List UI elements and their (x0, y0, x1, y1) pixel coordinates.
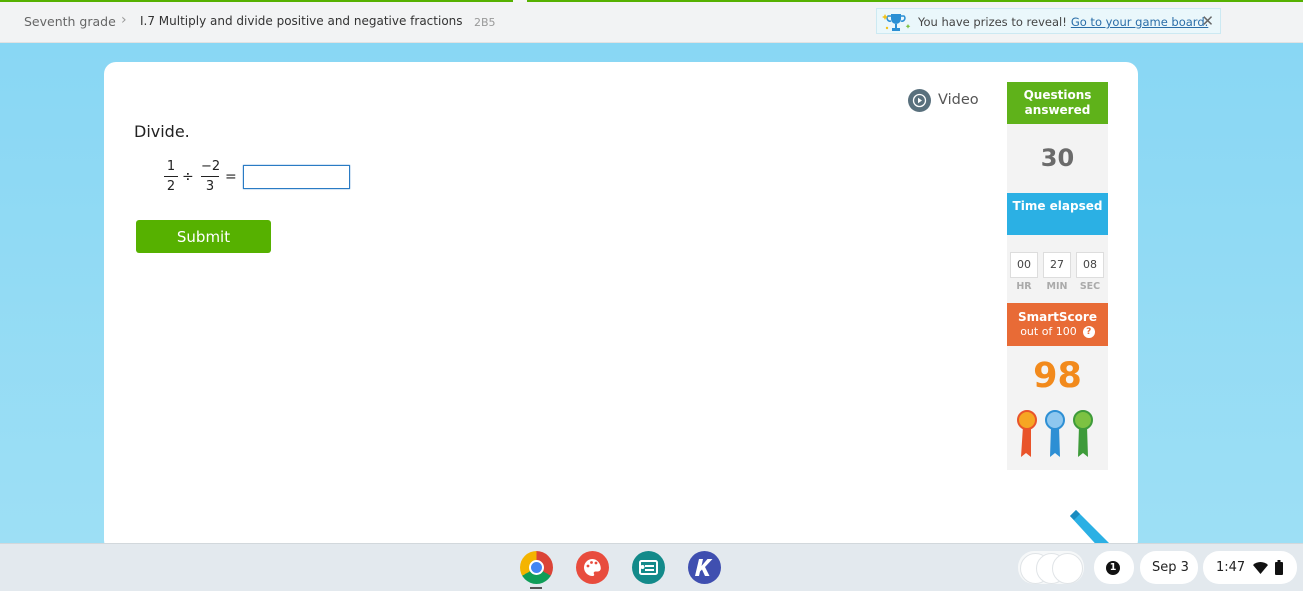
wifi-icon (1253, 562, 1268, 574)
fraction-1-numerator: 1 (166, 159, 176, 174)
smartscore-label: SmartScore (1018, 310, 1097, 324)
question-prompt: Divide. (134, 122, 190, 141)
timer-seconds: 08 (1076, 252, 1104, 278)
timer-seconds-label: SEC (1079, 281, 1101, 292)
close-icon[interactable]: ✕ (1201, 12, 1214, 30)
timer-hours: 00 (1010, 252, 1038, 278)
time-elapsed-header: Time elapsed (1007, 193, 1108, 235)
practice-panel: Video Divide. 1 2 ÷ −2 3 = Submit Questi… (104, 62, 1138, 552)
timer-minutes-label: MIN (1046, 281, 1068, 292)
date-label: Sep 3 (1152, 560, 1189, 575)
fraction-2-denominator: 3 (205, 179, 215, 194)
notification-count: 1 (1106, 561, 1120, 575)
breadcrumb: Seventh grade › I.7 Multiply and divide … (0, 2, 1303, 43)
equals-sign: = (225, 169, 237, 185)
smartscore-header: SmartScore out of 100? (1007, 303, 1108, 346)
time-elapsed-timer: 00 27 08 HR MIN SEC (1007, 235, 1108, 303)
fraction-1: 1 2 (164, 159, 178, 194)
chrome-icon[interactable] (520, 551, 553, 584)
paint-palette-icon[interactable] (576, 551, 609, 584)
fraction-bar (201, 176, 219, 177)
os-shelf: 1 Sep 3 1:47 (0, 543, 1303, 591)
breadcrumb-skill: I.7 Multiply and divide positive and neg… (140, 14, 463, 28)
smartscore-sub: out of 100? (1007, 325, 1108, 338)
questions-answered-header: Questions answered (1007, 82, 1108, 124)
answer-input[interactable] (243, 165, 350, 189)
active-app-indicator (530, 587, 542, 589)
timer-minutes: 27 (1043, 252, 1071, 278)
questions-answered-value: 30 (1007, 124, 1108, 193)
medal-ribbons-icon (1017, 410, 1093, 457)
video-label: Video (938, 92, 979, 108)
fraction-2-numerator: −2 (201, 159, 221, 174)
chevron-right-icon: › (121, 12, 127, 28)
game-board-link[interactable]: Go to your game board. (1071, 15, 1208, 29)
tray-avatars[interactable] (1018, 551, 1084, 584)
smartscore-out-of: out of 100 (1020, 325, 1077, 338)
skill-code: 2B5 (474, 16, 496, 29)
battery-icon (1275, 560, 1283, 575)
fraction-bar (164, 176, 178, 177)
breadcrumb-grade[interactable]: Seventh grade (24, 14, 116, 29)
clock: 1:47 (1216, 560, 1246, 575)
date-button[interactable]: Sep 3 (1140, 551, 1198, 584)
notification-button[interactable]: 1 (1094, 551, 1134, 584)
divide-operator: ÷ (182, 169, 194, 185)
help-icon[interactable]: ? (1082, 326, 1095, 338)
play-icon (908, 89, 931, 112)
kami-k-icon[interactable] (688, 551, 721, 584)
prize-text: You have prizes to reveal! Go to your gam… (918, 15, 1208, 29)
avatar (1052, 553, 1083, 584)
classroom-screen-icon[interactable] (632, 551, 665, 584)
fraction-1-denominator: 2 (166, 179, 176, 194)
smartscore-panel: 98 (1007, 346, 1108, 470)
timer-hours-label: HR (1016, 281, 1032, 292)
smartscore-value: 98 (1033, 356, 1082, 396)
submit-button[interactable]: Submit (136, 220, 271, 253)
trophy-icon (882, 14, 911, 31)
prize-message: You have prizes to reveal! (918, 15, 1067, 29)
status-tray[interactable]: 1:47 (1203, 551, 1297, 584)
prize-banner: You have prizes to reveal! Go to your gam… (876, 8, 1221, 34)
fraction-2: −2 3 (201, 159, 221, 194)
